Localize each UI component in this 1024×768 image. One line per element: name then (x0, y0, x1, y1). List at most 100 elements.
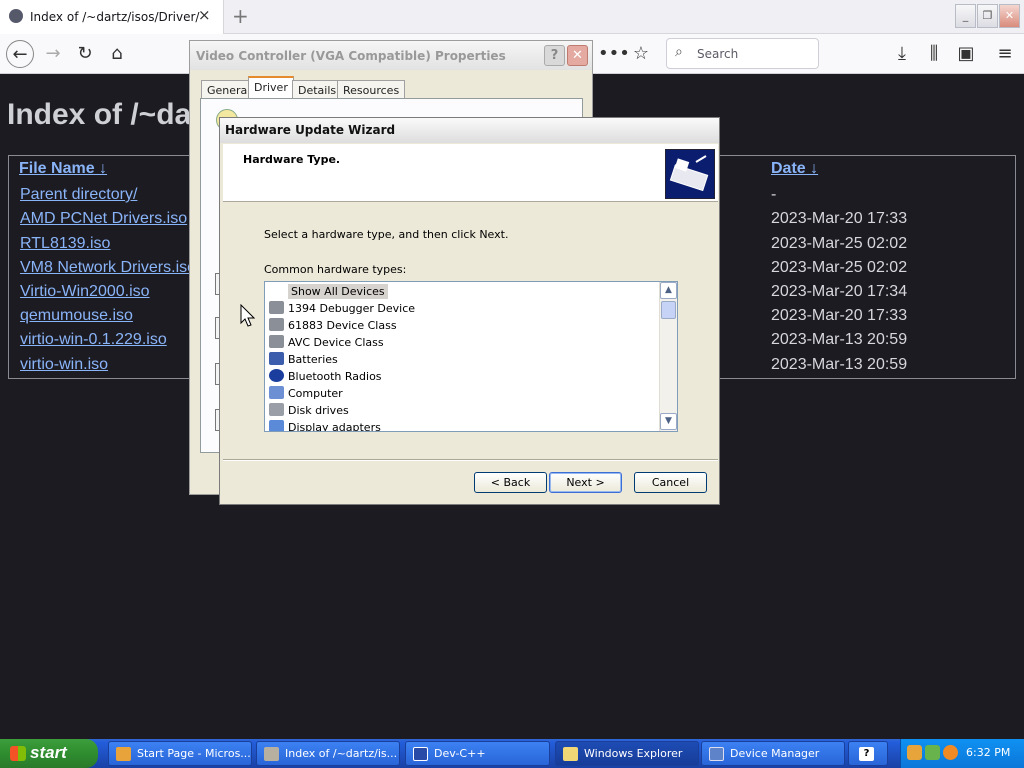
bookmark-star-icon[interactable]: ☆ (627, 40, 655, 68)
file-date: 2023-Mar-20 17:33 (771, 307, 908, 324)
tray-app-icon[interactable] (907, 745, 922, 760)
hardware-wizard-icon (665, 149, 715, 199)
tab-close-icon[interactable]: × (198, 6, 211, 24)
file-date: 2023-Mar-25 02:02 (771, 235, 908, 252)
search-placeholder: Search (697, 47, 739, 61)
file-link[interactable]: virtio-win.iso (20, 356, 108, 374)
scroll-down-icon[interactable]: ▼ (660, 413, 677, 430)
window-minimize-button[interactable]: _ (955, 4, 976, 28)
dev-cpp-icon (413, 747, 428, 761)
battery-icon (269, 352, 284, 365)
hardware-update-wizard: Hardware Update Wizard Hardware Type. Se… (219, 117, 720, 505)
file-link[interactable]: AMD PCNet Drivers.iso (20, 210, 187, 228)
wizard-title: Hardware Update Wizard (225, 123, 396, 137)
new-tab-button[interactable]: + (232, 4, 249, 28)
back-icon[interactable]: ← (6, 40, 34, 68)
list-item[interactable]: Bluetooth Radios (269, 369, 382, 386)
device-icon (269, 301, 284, 314)
scroll-up-icon[interactable]: ▲ (660, 282, 677, 299)
wizard-separator (223, 459, 718, 461)
tab-details[interactable]: Details (292, 80, 343, 100)
library-icon[interactable]: ⫼ (920, 40, 948, 68)
browser-tab[interactable]: Index of /~dartz/isos/Driver/ × (0, 0, 224, 34)
computer-icon (269, 386, 284, 399)
clock: 6:32 PM (966, 746, 1011, 759)
file-date: 2023-Mar-20 17:33 (771, 210, 908, 227)
help-icon: ? (859, 747, 874, 761)
browser-icon (264, 747, 279, 761)
list-item[interactable]: 1394 Debugger Device (269, 301, 415, 318)
tray-search-icon[interactable] (943, 745, 958, 760)
wizard-header: Hardware Type. (223, 144, 718, 202)
list-item[interactable]: Computer (269, 386, 343, 403)
next-button[interactable]: Next > (549, 472, 622, 493)
list-item[interactable]: 61883 Device Class (269, 318, 397, 335)
windows-logo-icon (10, 746, 26, 761)
search-icon: ⌕ (675, 44, 683, 60)
taskbar-item[interactable]: Start Page - Micros... (108, 741, 252, 766)
list-item[interactable]: AVC Device Class (269, 335, 384, 352)
tray-network-icon[interactable] (925, 745, 940, 760)
properties-close-button[interactable]: ✕ (567, 45, 588, 66)
downloads-icon[interactable]: ⤓ (888, 40, 916, 68)
file-date: 2023-Mar-20 17:34 (771, 283, 908, 300)
home-icon[interactable]: ⌂ (103, 40, 131, 68)
menu-icon[interactable]: ≡ (991, 40, 1019, 68)
page-actions-icon[interactable]: ••• (598, 40, 630, 68)
taskbar: start Start Page - Micros... Index of /~… (0, 739, 1024, 768)
tab-driver[interactable]: Driver (248, 76, 294, 100)
forward-icon[interactable]: → (39, 40, 67, 68)
properties-title: Video Controller (VGA Compatible) Proper… (196, 49, 506, 63)
reload-icon[interactable]: ↻ (71, 40, 99, 68)
wizard-titlebar[interactable]: Hardware Update Wizard (220, 118, 719, 143)
taskbar-item[interactable]: Index of /~dartz/is... (256, 741, 400, 766)
scroll-thumb[interactable] (661, 301, 676, 319)
device-manager-icon (709, 747, 724, 761)
window-maximize-button[interactable]: ❐ (977, 4, 998, 28)
column-header-file-name[interactable]: File Name ↓ (19, 160, 107, 178)
bluetooth-icon (269, 369, 284, 382)
device-icon (269, 335, 284, 348)
file-date: 2023-Mar-13 20:59 (771, 356, 908, 373)
list-item[interactable]: Display adapters (269, 420, 381, 431)
wizard-heading: Hardware Type. (243, 153, 341, 166)
taskbar-item-active[interactable]: Windows Explorer (555, 741, 699, 766)
list-item-show-all-devices[interactable]: Show All Devices (269, 284, 388, 301)
list-item[interactable]: Disk drives (269, 403, 349, 420)
cancel-button[interactable]: Cancel (634, 472, 707, 493)
start-button[interactable]: start (0, 739, 98, 768)
file-link[interactable]: virtio-win-0.1.229.iso (20, 331, 167, 349)
display-adapter-icon (269, 420, 284, 431)
list-scrollbar[interactable]: ▲ ▼ (659, 282, 677, 431)
visual-studio-icon (116, 747, 131, 761)
file-link[interactable]: RTL8139.iso (20, 235, 110, 253)
sidebar-icon[interactable]: ▣ (952, 40, 980, 68)
blank-icon (269, 284, 284, 297)
tab-resources[interactable]: Resources (337, 80, 406, 100)
file-link[interactable]: qemumouse.iso (20, 307, 133, 325)
page-favicon-icon (9, 9, 23, 23)
file-link[interactable]: VM8 Network Drivers.iso (20, 259, 196, 277)
taskbar-item[interactable]: Device Manager (701, 741, 845, 766)
taskbar-item-help[interactable]: ? (848, 741, 888, 766)
file-link[interactable]: Virtio-Win2000.iso (20, 283, 150, 301)
list-item[interactable]: Batteries (269, 352, 338, 369)
file-date: 2023-Mar-13 20:59 (771, 331, 908, 348)
help-button[interactable]: ? (544, 45, 565, 66)
device-icon (269, 318, 284, 331)
disk-drive-icon (269, 403, 284, 416)
hardware-types-label: Common hardware types: (264, 263, 407, 276)
tab-title: Index of /~dartz/isos/Driver/ (30, 10, 200, 24)
browser-tab-strip: Index of /~dartz/isos/Driver/ × + _ ❐ ✕ (0, 0, 1024, 34)
file-link[interactable]: Parent directory/ (20, 186, 137, 204)
taskbar-item[interactable]: Dev-C++ (405, 741, 550, 766)
back-button[interactable]: < Back (474, 472, 547, 493)
hardware-types-listbox[interactable]: Show All Devices 1394 Debugger Device 61… (264, 281, 678, 432)
page-title: Index of /~da (7, 98, 192, 131)
search-box[interactable]: ⌕ Search (666, 38, 819, 69)
start-label: start (30, 743, 67, 762)
properties-titlebar[interactable]: Video Controller (VGA Compatible) Proper… (190, 41, 592, 70)
column-header-date[interactable]: Date ↓ (771, 160, 818, 178)
file-date: 2023-Mar-25 02:02 (771, 259, 908, 276)
window-close-button[interactable]: ✕ (999, 4, 1020, 28)
